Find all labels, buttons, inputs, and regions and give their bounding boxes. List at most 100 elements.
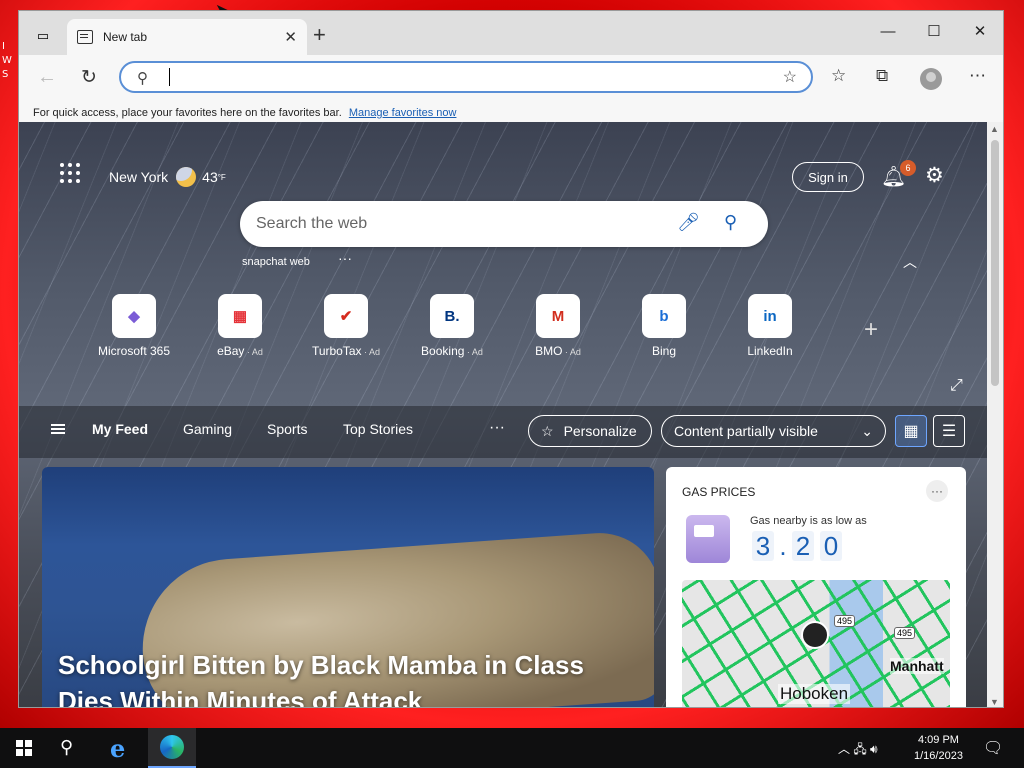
quick-link-label: TurboTax (311, 344, 362, 358)
feed-more-icon[interactable]: ··· (489, 419, 505, 437)
ebay-icon: ▦ (218, 294, 262, 338)
edge-taskbar-button[interactable] (148, 728, 196, 768)
collections-icon[interactable]: ⧉ (876, 66, 888, 86)
content-visibility-value: Content partially visible (674, 423, 818, 439)
favorites-icon[interactable]: ☆ (831, 66, 846, 86)
profile-avatar[interactable] (920, 68, 942, 90)
scroll-down-icon[interactable]: ▼ (990, 697, 999, 707)
search-submit-icon[interactable]: ⚲ (724, 212, 737, 233)
highway-label: 495 (894, 627, 916, 639)
quick-link-ebay[interactable]: ▦ eBay · Ad (195, 294, 285, 358)
tab-top-stories[interactable]: Top Stories (343, 421, 413, 437)
ad-label: · Ad (464, 347, 483, 357)
address-bar[interactable]: ⚲ ☆ (119, 61, 813, 93)
feed-menu-icon[interactable] (51, 424, 65, 434)
tab-gaming[interactable]: Gaming (183, 421, 232, 437)
quick-link-label: eBay (217, 344, 245, 358)
add-shortcut-icon[interactable]: + (864, 316, 878, 344)
collapse-chevron-icon[interactable]: ︿ (903, 252, 917, 272)
microsoft-365-icon: ◆ (112, 294, 156, 338)
back-arrow-icon[interactable]: ← (37, 66, 57, 89)
gas-card-more-icon[interactable]: ··· (926, 480, 948, 502)
refresh-icon[interactable]: ↻ (81, 66, 97, 89)
quick-link-bmo[interactable]: M BMO · Ad (513, 294, 603, 358)
expand-icon[interactable]: ⤢ (950, 377, 963, 395)
more-options-icon[interactable]: ⋯ (969, 66, 986, 86)
sign-in-button[interactable]: Sign in (792, 162, 864, 192)
turbotax-icon: ✔ (324, 294, 368, 338)
desktop-icon-labels: I W S (2, 41, 12, 80)
close-window-button[interactable]: ✕ (957, 11, 1003, 51)
taskbar-search-icon[interactable]: ⚲ (60, 737, 73, 758)
gas-digit: 0 (820, 531, 842, 561)
trending-more-icon[interactable]: ··· (338, 250, 352, 266)
add-favorite-icon[interactable]: ☆ (783, 67, 797, 87)
address-toolbar: ← ↻ ⚲ ☆ ☆ ⧉ ⋯ (19, 55, 1003, 103)
clock-time: 4:09 PM (917, 734, 959, 746)
new-tab-button[interactable]: + (313, 24, 326, 46)
grid-view-button[interactable]: ▦ (895, 415, 927, 447)
notification-badge: 6 (900, 160, 916, 176)
scrollbar-thumb[interactable] (991, 140, 999, 386)
booking-icon: B. (430, 294, 474, 338)
quick-link-turbotax[interactable]: ✔ TurboTax · Ad (301, 294, 391, 358)
temperature-unit: °F (217, 172, 226, 182)
action-center-icon[interactable]: 🗨︎ (983, 738, 1003, 758)
tab-my-feed[interactable]: My Feed (92, 421, 148, 437)
top-story-headline[interactable]: Schoolgirl Bitten by Black Mamba in Clas… (58, 647, 638, 707)
gas-prices-card[interactable]: GAS PRICES ··· Gas nearby is as low as 3… (666, 467, 966, 707)
quick-link-booking[interactable]: B. Booking · Ad (407, 294, 497, 358)
system-tray-icons[interactable]: ︿ 🖧︎ 🔊︎ (838, 740, 878, 761)
new-tab-page: New York 43 °F Sign in 🔔︎ 6 ⚙ Search the … (19, 122, 989, 707)
quick-link-microsoft-365[interactable]: ◆ Microsoft 365 (89, 294, 179, 358)
gas-price-display: 3 . 2 0 (752, 531, 842, 561)
microphone-icon[interactable]: 🎤︎ (677, 212, 700, 233)
ad-label: · Ad (244, 347, 263, 357)
gas-pump-icon (686, 515, 730, 563)
page-scrollbar[interactable]: ▲ ▼ (987, 122, 1003, 707)
taskbar-clock[interactable]: 4:09 PM 1/16/2023 (914, 732, 963, 764)
minimize-button[interactable]: — (865, 11, 911, 51)
map-city-label: Manhatt (890, 658, 944, 674)
top-story-card[interactable]: Schoolgirl Bitten by Black Mamba in Clas… (42, 467, 654, 707)
scroll-up-icon[interactable]: ▲ (990, 124, 999, 134)
weather-widget[interactable]: New York 43 °F (109, 167, 226, 187)
personalize-button[interactable]: ☆ Personalize (528, 415, 652, 447)
personalize-icon: ☆ (541, 422, 554, 439)
chevron-down-icon: ⌄ (861, 422, 873, 439)
internet-explorer-icon[interactable]: e (110, 734, 136, 763)
address-input[interactable] (167, 66, 727, 88)
ad-label: · Ad (562, 347, 581, 357)
grid-icon: ▦ (903, 423, 919, 440)
trending-search-link[interactable]: snapchat web (242, 256, 310, 268)
gas-station-pin-icon[interactable] (801, 621, 829, 649)
settings-gear-icon[interactable]: ⚙ (925, 163, 944, 188)
tab-bar: ▭ New tab ✕ + — ☐ ✕ (19, 11, 1003, 55)
gas-prices-title: GAS PRICES (682, 485, 756, 499)
tab-sports[interactable]: Sports (267, 421, 307, 437)
gas-digit: 3 (752, 531, 774, 561)
tab-actions-icon[interactable]: ▭ (29, 25, 57, 47)
windows-start-icon[interactable] (16, 740, 32, 756)
web-search-box[interactable]: Search the web 🎤︎ ⚲ (240, 201, 768, 247)
tab-new-tab[interactable]: New tab ✕ (67, 19, 307, 55)
content-visibility-dropdown[interactable]: Content partially visible ⌄ (661, 415, 886, 447)
tab-close-icon[interactable]: ✕ (284, 28, 297, 46)
highway-label: 495 (834, 615, 856, 627)
bmo-icon: M (536, 294, 580, 338)
quick-link-bing[interactable]: b Bing (619, 294, 709, 358)
manage-favorites-link[interactable]: Manage favorites now (349, 107, 457, 119)
quick-link-linkedin[interactable]: in LinkedIn (725, 294, 815, 358)
feed-navigation: My Feed Gaming Sports Top Stories ··· ☆ … (19, 406, 989, 458)
gas-map[interactable]: 495 495 Hoboken Manhatt (682, 580, 950, 707)
quick-link-label: Microsoft 365 (97, 344, 171, 358)
app-launcher-icon[interactable] (60, 163, 80, 183)
new-tab-page-icon (77, 30, 93, 44)
windows-taskbar: ⚲ e ︿ 🖧︎ 🔊︎ 4:09 PM 1/16/2023 🗨︎ (0, 728, 1024, 768)
quick-link-label: BMO (535, 344, 563, 358)
list-view-button[interactable]: ☰ (933, 415, 965, 447)
window-controls: — ☐ ✕ (865, 11, 1003, 51)
browser-window: ▭ New tab ✕ + — ☐ ✕ ← ↻ ⚲ ☆ ☆ ⧉ ⋯ For qu… (18, 10, 1004, 708)
weather-location: New York (109, 169, 169, 185)
maximize-button[interactable]: ☐ (911, 11, 957, 51)
